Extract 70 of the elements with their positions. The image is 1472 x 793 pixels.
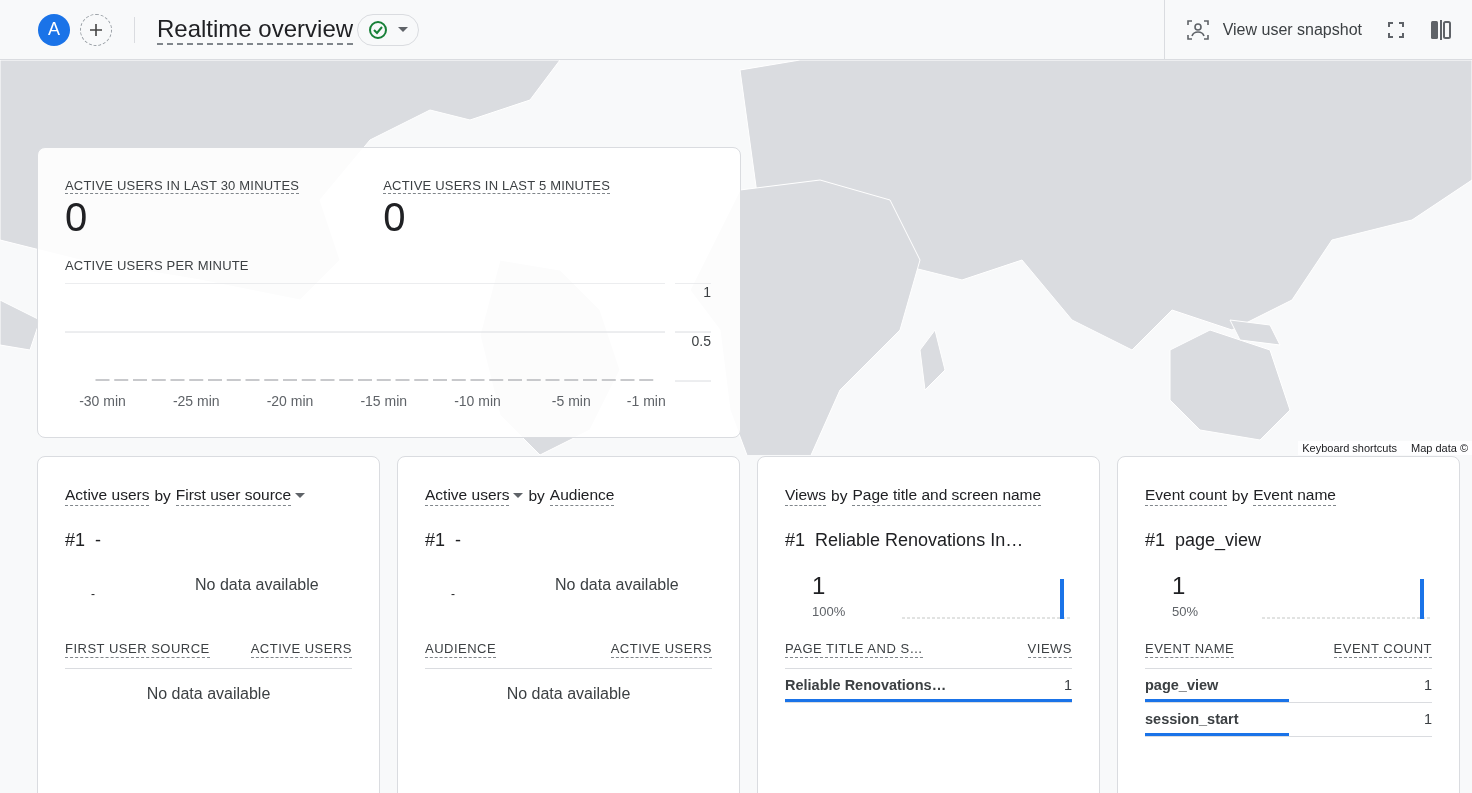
table-cell: session_start xyxy=(1145,711,1239,727)
rank-label: #1 xyxy=(785,530,806,551)
table-cell: 1 xyxy=(1063,677,1072,693)
title-connector: by xyxy=(1230,486,1250,505)
title-connector: by xyxy=(830,486,849,505)
table-cell: page_view xyxy=(1145,677,1219,693)
stat-label[interactable]: ACTIVE USERS IN LAST 30 MINUTES xyxy=(65,178,300,194)
chart-title: ACTIVE USERS PER MINUTE xyxy=(65,258,250,273)
caret-icon[interactable] xyxy=(295,492,306,499)
table-cell: 1 xyxy=(1423,711,1432,727)
caret-icon xyxy=(398,26,409,33)
metric-selector[interactable]: Views xyxy=(785,485,827,506)
title-connector: by xyxy=(527,486,546,505)
column-header[interactable]: EVENT COUNT xyxy=(1333,641,1432,658)
column-header[interactable]: PAGE TITLE AND S… xyxy=(785,641,924,658)
view-user-snapshot-button[interactable]: View user snapshot xyxy=(1182,15,1366,44)
account-avatar[interactable]: A xyxy=(38,13,70,46)
table-cell: 1 xyxy=(1423,677,1432,693)
page-title[interactable]: Realtime overview xyxy=(157,14,354,45)
table-cell: Reliable Renovations… xyxy=(785,677,947,693)
plus-icon xyxy=(89,22,103,37)
x-tick-label: -30 min xyxy=(79,393,126,409)
top-item-value: - xyxy=(451,587,455,601)
x-tick-label: -15 min xyxy=(360,393,408,409)
rank-label: #1 xyxy=(1145,530,1166,551)
caret-icon[interactable] xyxy=(513,492,524,499)
no-data-message: No data available xyxy=(505,685,632,703)
person-frame-icon xyxy=(1186,19,1209,40)
stat-label[interactable]: ACTIVE USERS IN LAST 5 MINUTES xyxy=(383,178,611,194)
top-item-name: Reliable Renovations In… xyxy=(815,530,1024,551)
no-data-message: No data available xyxy=(145,685,272,703)
top-item-value: - xyxy=(91,587,95,601)
x-tick-label: -5 min xyxy=(551,393,591,409)
top-item-name: page_view xyxy=(1175,530,1262,551)
y-tick-label: 0.5 xyxy=(691,333,711,349)
no-data-message: No data available xyxy=(195,576,319,594)
column-header[interactable]: ACTIVE USERS xyxy=(610,641,712,658)
dimension-selector[interactable]: Event name xyxy=(1253,485,1336,506)
dimension-selector[interactable]: First user source xyxy=(175,485,292,506)
column-header[interactable]: VIEWS xyxy=(1027,641,1072,658)
rank-label: #1 xyxy=(65,530,86,551)
column-header[interactable]: EVENT NAME xyxy=(1145,641,1235,658)
x-tick-label: -10 min xyxy=(454,393,501,409)
top-item-value: 1 xyxy=(812,572,827,600)
x-tick-label: -20 min xyxy=(266,393,314,409)
column-header[interactable]: ACTIVE USERS xyxy=(250,641,352,658)
column-header[interactable]: AUDIENCE xyxy=(425,641,497,658)
y-tick-label: 1 xyxy=(703,284,711,300)
stat-value: 0 xyxy=(65,194,89,240)
metric-selector[interactable]: Active users xyxy=(425,485,510,506)
check-circle-icon xyxy=(368,19,389,40)
metric-selector[interactable]: Event count xyxy=(1145,485,1227,506)
share-percent: 50% xyxy=(1172,604,1199,619)
top-item-name: - xyxy=(95,530,102,551)
metric-selector[interactable]: Active users xyxy=(65,485,150,506)
top-item-name: - xyxy=(455,530,462,551)
rank-label: #1 xyxy=(425,530,446,551)
x-tick-label: -1 min xyxy=(626,393,666,409)
share-percent: 100% xyxy=(812,604,846,619)
no-data-message: No data available xyxy=(555,576,679,594)
stat-value: 0 xyxy=(383,194,407,240)
title-connector: by xyxy=(153,486,172,505)
x-tick-label: -25 min xyxy=(172,393,220,409)
dimension-selector[interactable]: Page title and screen name xyxy=(852,485,1042,506)
column-header[interactable]: FIRST USER SOURCE xyxy=(65,641,210,658)
dimension-selector[interactable]: Audience xyxy=(549,485,615,506)
top-item-value: 1 xyxy=(1172,572,1187,600)
status-dropdown[interactable] xyxy=(357,13,420,46)
map-attribution-link[interactable]: Map data © xyxy=(1410,442,1468,454)
map-attribution-link[interactable]: Keyboard shortcuts xyxy=(1302,442,1397,454)
